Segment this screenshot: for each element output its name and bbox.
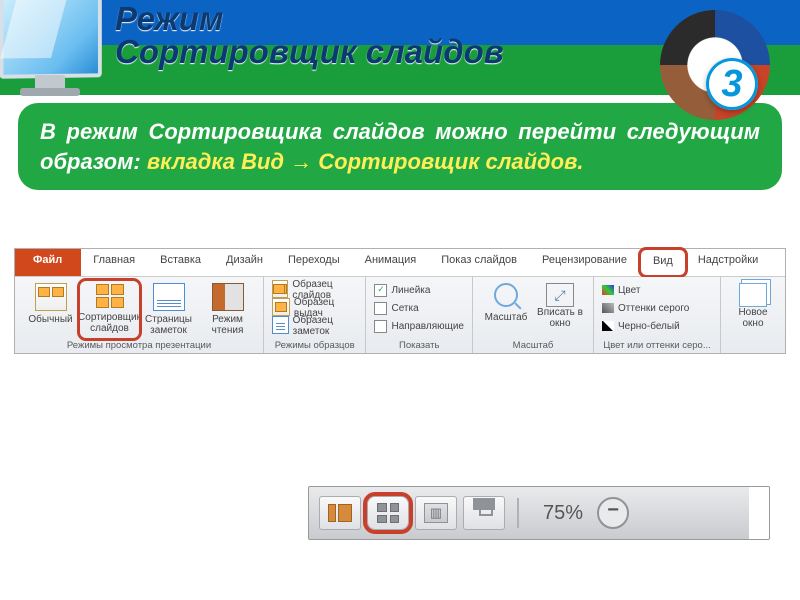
chk-ruler-row[interactable]: ✓ Линейка <box>372 281 432 299</box>
zoom-icon <box>494 283 518 307</box>
description-box: В режим Сортировщика слайдов можно перей… <box>18 103 782 190</box>
group-label-zoom: Масштаб <box>513 340 554 351</box>
tab-transitions[interactable]: Переходы <box>276 249 353 276</box>
btn-grayscale-label: Оттенки серого <box>618 303 689 314</box>
tab-home[interactable]: Главная <box>81 249 148 276</box>
chk-ruler-label: Линейка <box>391 285 430 296</box>
statusbar-slideshow[interactable] <box>463 496 505 530</box>
chk-guides-row[interactable]: Направляющие <box>372 317 466 335</box>
statusbar-slide-sorter[interactable] <box>367 496 409 530</box>
notes-master-icon <box>272 316 289 334</box>
btn-notes-label: Страницы заметок <box>141 314 196 336</box>
slide-header: Режим Сортировщик слайдов 3 <box>0 0 800 95</box>
normal-view-glyph <box>328 504 352 522</box>
fit-window-icon <box>546 283 574 307</box>
btn-slide-sorter[interactable]: Сортировщик слайдов <box>80 281 139 338</box>
notes-page-icon <box>153 283 185 311</box>
title-line2: Сортировщик слайдов <box>115 35 504 68</box>
tab-insert[interactable]: Вставка <box>148 249 214 276</box>
btn-fit-window[interactable]: Вписать в окно <box>533 281 587 331</box>
group-label-show: Показать <box>399 340 439 351</box>
group-label-color: Цвет или оттенки серо... <box>603 340 711 351</box>
slide-sorter-glyph <box>377 503 399 523</box>
slide-sorter-icon <box>95 283 125 309</box>
badge-number: 3 <box>706 58 758 110</box>
title-line1: Режим <box>115 0 223 37</box>
tab-review[interactable]: Рецензирование <box>530 249 640 276</box>
chk-guides-label: Направляющие <box>391 321 464 332</box>
btn-normal-label: Обычный <box>28 314 72 325</box>
statusbar-reading-view[interactable]: ▥ <box>415 496 457 530</box>
group-show: ✓ Линейка Сетка Направляющие Показать <box>366 277 473 353</box>
status-bar-screenshot: ▥ 75% − <box>308 486 770 540</box>
btn-reading-view[interactable]: Режим чтения <box>198 281 257 338</box>
btn-new-window-label: Новое окно <box>729 307 777 329</box>
statusbar-normal-view[interactable] <box>319 496 361 530</box>
tab-design[interactable]: Дизайн <box>214 249 276 276</box>
group-label-master-views: Режимы образцов <box>275 340 355 351</box>
chk-gridlines-label: Сетка <box>391 303 418 314</box>
btn-blackwhite[interactable]: Черно-белый <box>600 317 714 335</box>
ribbon-screenshot: Файл Главная Вставка Дизайн Переходы Ани… <box>14 248 786 354</box>
blackwhite-icon <box>602 321 614 331</box>
color-icon <box>602 285 614 295</box>
group-window: Новое окно <box>721 277 785 353</box>
reading-view-icon <box>212 283 244 311</box>
group-color: Цвет Оттенки серого Черно-белый Цвет или… <box>594 277 721 353</box>
tab-animation[interactable]: Анимация <box>353 249 430 276</box>
group-presentation-views: Обычный Сортировщик слайдов Страницы зам… <box>15 277 264 353</box>
chk-gridlines-row[interactable]: Сетка <box>372 299 420 317</box>
checkbox-gridlines[interactable] <box>374 302 387 315</box>
slideshow-glyph <box>473 498 495 528</box>
btn-zoom[interactable]: Масштаб <box>479 281 533 331</box>
checkbox-guides[interactable] <box>374 320 387 333</box>
btn-sorter-label: Сортировщик слайдов <box>78 312 141 334</box>
btn-fit-label: Вписать в окно <box>535 307 585 329</box>
btn-blackwhite-label: Черно-белый <box>618 321 680 332</box>
btn-color[interactable]: Цвет <box>600 281 714 299</box>
grayscale-icon <box>602 303 614 313</box>
ribbon-tabs: Файл Главная Вставка Дизайн Переходы Ани… <box>15 249 785 277</box>
monitor-graphic <box>0 0 110 115</box>
checkbox-ruler[interactable]: ✓ <box>374 284 387 297</box>
reading-view-glyph: ▥ <box>424 503 448 523</box>
btn-new-window[interactable]: Новое окно <box>727 281 779 331</box>
zoom-out-button[interactable]: − <box>597 497 629 529</box>
zoom-percent[interactable]: 75% <box>543 502 583 525</box>
new-window-icon <box>739 283 767 307</box>
notes-master-label: Образец заметок <box>293 315 358 337</box>
btn-reading-label: Режим чтения <box>200 314 255 336</box>
divider <box>517 498 519 528</box>
btn-notes-master[interactable]: Образец заметок <box>270 317 359 335</box>
slide-master-icon <box>272 280 288 298</box>
tab-addins[interactable]: Надстройки <box>686 249 771 276</box>
normal-view-icon <box>35 283 67 311</box>
ribbon-body: Обычный Сортировщик слайдов Страницы зам… <box>15 277 785 353</box>
tab-file[interactable]: Файл <box>15 249 81 276</box>
tab-view[interactable]: Вид <box>640 249 686 276</box>
btn-color-label: Цвет <box>618 285 640 296</box>
btn-grayscale[interactable]: Оттенки серого <box>600 299 714 317</box>
tab-slideshow[interactable]: Показ слайдов <box>429 249 530 276</box>
group-label-window <box>752 340 755 351</box>
btn-zoom-label: Масштаб <box>485 312 528 323</box>
description-highlight: вкладка Вид → Сортировщик слайдов. <box>147 149 584 174</box>
group-master-views: Образец слайдов Образец выдач Образец за… <box>264 277 366 353</box>
btn-notes-page[interactable]: Страницы заметок <box>139 281 198 338</box>
handout-master-icon <box>272 298 290 316</box>
slide-title: Режим Сортировщик слайдов <box>115 2 504 68</box>
btn-normal-view[interactable]: Обычный <box>21 281 80 338</box>
group-zoom: Масштаб Вписать в окно Масштаб <box>473 277 594 353</box>
group-label-presentation-views: Режимы просмотра презентации <box>67 340 211 351</box>
